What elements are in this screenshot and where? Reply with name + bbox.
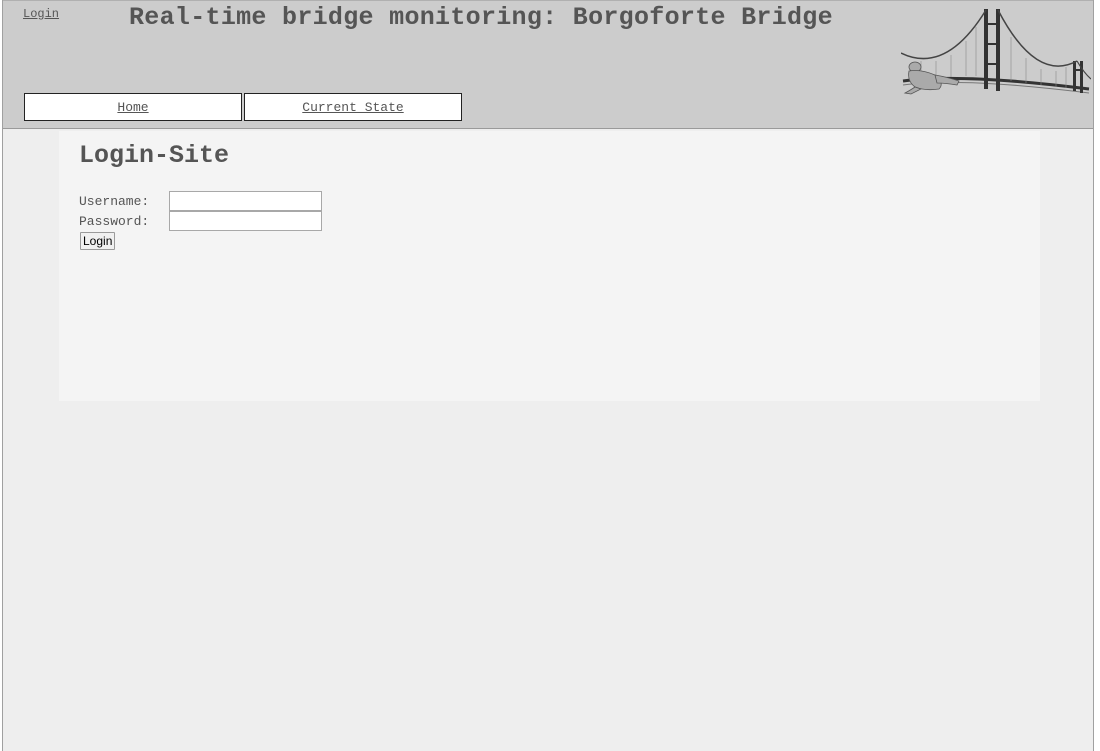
site-header: Login Real-time bridge monitoring: Borgo… xyxy=(3,0,1093,129)
password-label: Password: xyxy=(79,213,150,229)
password-row: Password: xyxy=(79,211,322,231)
page-heading: Login-Site xyxy=(79,141,230,170)
nav-item-home[interactable]: Home xyxy=(24,93,242,121)
login-link[interactable]: Login xyxy=(23,7,59,21)
username-label: Username: xyxy=(79,193,150,209)
site-title: Real-time bridge monitoring: Borgoforte … xyxy=(129,3,833,32)
content-panel: Login-Site Username: Password: Login xyxy=(59,131,1040,401)
nav-item-current-state[interactable]: Current State xyxy=(244,93,462,121)
bridge-logo-icon xyxy=(901,9,1091,95)
username-row: Username: xyxy=(79,191,322,211)
page-frame: Login Real-time bridge monitoring: Borgo… xyxy=(2,0,1094,751)
username-field[interactable] xyxy=(169,191,322,211)
main-nav: Home Current State xyxy=(24,93,462,123)
login-button[interactable]: Login xyxy=(80,232,116,250)
password-field[interactable] xyxy=(169,211,322,231)
